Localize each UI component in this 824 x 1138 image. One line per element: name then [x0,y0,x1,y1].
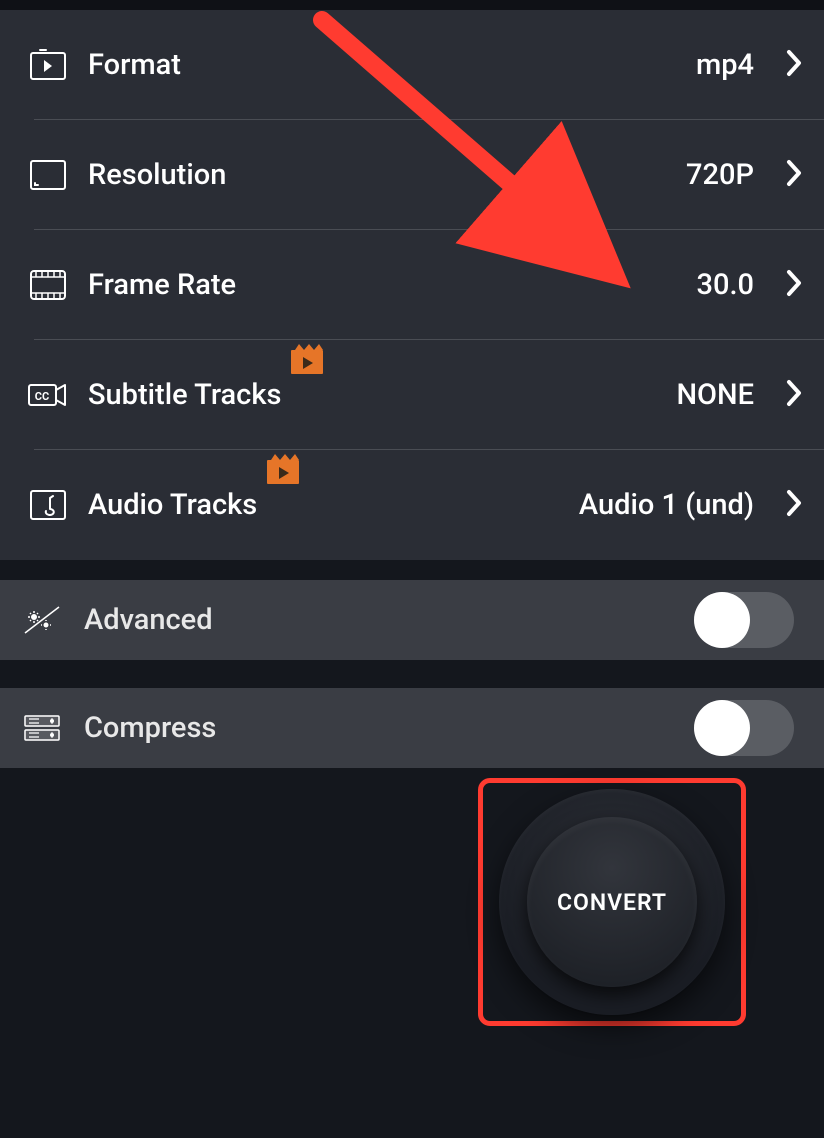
advanced-icon [22,600,62,640]
section-gap [0,660,824,688]
setting-format[interactable]: Format mp4 [34,10,824,120]
setting-subtitles[interactable]: CC Subtitle Tracks NONE [34,340,824,450]
status-bar-gap [0,0,824,10]
setting-resolution[interactable]: Resolution 720P [34,120,824,230]
chevron-right-icon [786,49,802,81]
format-icon [28,45,68,85]
setting-value: mp4 [696,48,754,82]
setting-label: Audio Tracks [88,488,257,522]
chevron-right-icon [786,269,802,301]
advanced-row: Advanced [0,580,824,660]
setting-audio[interactable]: Audio Tracks Audio 1 (und) [34,450,824,560]
pro-badge-icon [265,454,301,494]
toggle-knob [694,592,750,648]
setting-value: Audio 1 (und) [579,488,754,522]
compress-label: Compress [84,711,216,745]
advanced-toggle[interactable] [694,592,794,648]
setting-framerate[interactable]: Frame Rate 30.0 [34,230,824,340]
compress-toggle[interactable] [694,700,794,756]
advanced-label: Advanced [84,603,213,637]
chevron-right-icon [786,489,802,521]
chevron-right-icon [786,379,802,411]
setting-label: Frame Rate [88,268,236,302]
audio-icon [28,485,68,525]
framerate-icon [28,265,68,305]
setting-value: NONE [676,378,754,412]
convert-label: CONVERT [557,889,667,916]
setting-value: 720P [686,158,754,192]
convert-button-outer: CONVERT [499,789,725,1015]
compress-row: Compress [0,688,824,768]
bottom-area: CONVERT [0,768,824,1138]
section-gap [0,560,824,580]
subtitles-icon: CC [28,375,68,415]
resolution-icon [28,155,68,195]
chevron-right-icon [786,159,802,191]
svg-text:CC: CC [35,390,49,403]
setting-value: 30.0 [696,268,754,302]
annotation-highlight-box: CONVERT [478,778,746,1026]
setting-label: Format [88,48,181,82]
compress-icon [22,708,62,748]
convert-button[interactable]: CONVERT [527,817,697,987]
settings-list: Format mp4 Resolution 720P [0,10,824,560]
setting-label: Resolution [88,158,226,192]
pro-badge-icon [289,344,325,384]
toggle-knob [694,700,750,756]
setting-label: Subtitle Tracks [88,378,281,412]
